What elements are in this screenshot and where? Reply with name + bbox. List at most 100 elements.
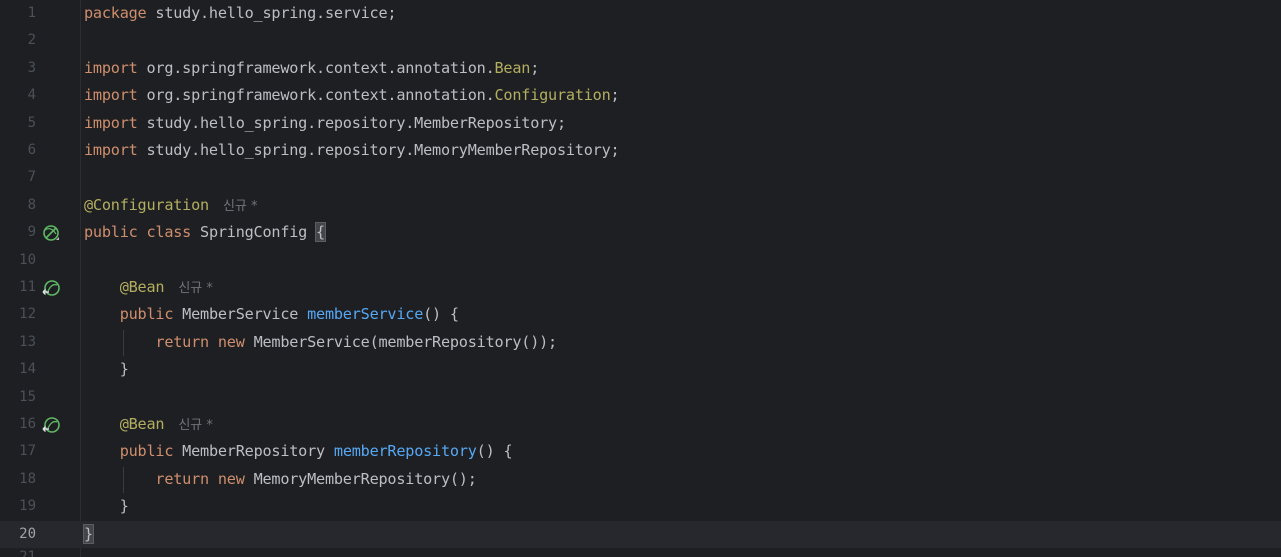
line-number-partial: 21 [19,549,36,557]
line-number: 6 [27,142,36,158]
code-token: } [83,523,94,544]
code-token: import [84,86,138,105]
author-hint: 신규 * [222,198,258,214]
code-text[interactable]: @Bean 신규 * [84,411,213,439]
code-token: public [119,305,174,324]
code-token: MemberService [173,305,308,324]
code-token: @Bean [119,415,165,433]
code-text[interactable]: public MemberRepository memberRepository… [84,438,513,465]
code-token: public [119,442,174,461]
line-number: 17 [19,443,36,460]
code-token: MemberService(memberRepository()); [244,332,558,351]
code-token: ; [530,58,540,77]
code-token: MemoryMemberRepository(); [244,469,477,488]
code-text[interactable]: import org.springframework.context.annot… [84,82,620,109]
code-line[interactable]: 14 } [0,356,1281,383]
code-token: return new [155,469,245,488]
code-token: memberRepository [333,442,477,461]
code-line[interactable]: 10 [0,247,1281,274]
code-token: MemberRepository [173,442,334,461]
code-token: } [84,497,129,516]
code-token: @Bean [119,278,165,296]
line-number: 4 [27,87,36,104]
code-text[interactable]: } [84,356,129,383]
code-text[interactable]: package study.hello_spring.service; [84,0,397,27]
bean-method-icon[interactable] [42,416,60,434]
code-line[interactable]: 12 public MemberService memberService() … [0,301,1281,328]
code-token: return new [155,332,245,351]
code-line[interactable]: 3 import org.springframework.context.anno… [0,55,1281,82]
line-number: 14 [19,361,36,378]
code-text[interactable]: public MemberService memberService() { [84,301,459,328]
line-number: 12 [19,306,36,323]
code-line[interactable]: 17 public MemberRepository memberReposit… [0,438,1281,465]
code-line[interactable]: 9 public class SpringConfig { [0,219,1281,246]
code-token: Configuration [494,86,611,105]
code-token: SpringConfig [191,223,317,242]
code-line[interactable]: 7 [0,164,1281,191]
code-line[interactable]: 13 return new MemberService(memberReposi… [0,329,1281,356]
code-text[interactable]: import org.springframework.context.annot… [84,55,539,82]
line-number: 20 [19,525,36,542]
code-token: { [315,222,326,243]
line-number: 3 [27,59,36,76]
line-number: 13 [19,333,36,350]
code-line[interactable]: 1 package study.hello_spring.service; [0,0,1281,27]
code-token: import [84,141,138,159]
code-line[interactable]: 19 } [0,493,1281,520]
code-token: org.springframework.context.annotation. [137,86,495,105]
line-number: 10 [19,251,36,268]
code-text[interactable]: @Configuration 신규 * [84,192,258,220]
code-line[interactable]: 8 @Configuration 신규 * [0,192,1281,219]
code-line[interactable]: 16 @Bean 신규 * [0,411,1281,438]
code-line[interactable]: 2 [0,27,1281,54]
code-text[interactable]: return new MemberService(memberRepositor… [84,329,557,356]
code-line[interactable]: 20} [0,520,1281,548]
code-token: ; [610,86,620,105]
line-number: 11 [19,279,36,295]
code-text[interactable]: } [83,521,94,548]
code-line[interactable]: 18 return new MemoryMemberRepository(); [0,466,1281,493]
code-line[interactable]: 6 import study.hello_spring.repository.Me… [0,137,1281,164]
code-token: import [84,58,138,77]
code-editor[interactable]: 1 package study.hello_spring.service; 2 3 im… [0,0,1281,557]
code-text[interactable]: import study.hello_spring.repository.Mem… [84,110,566,137]
line-number: 18 [19,470,36,487]
line-number: 15 [19,388,36,405]
bean-method-icon[interactable] [42,279,60,297]
code-line[interactable]: 4 import org.springframework.context.anno… [0,82,1281,109]
line-number: 16 [19,416,36,432]
author-hint: 신규 * [178,418,213,433]
code-line[interactable]: 15 [0,384,1281,411]
code-token: @Configuration [84,195,209,214]
code-text[interactable]: return new MemoryMemberRepository(); [84,466,477,493]
code-line[interactable]: 5 import study.hello_spring.repository.Me… [0,110,1281,137]
indent-guide [123,467,124,493]
code-text[interactable]: public class SpringConfig { [84,219,326,246]
code-token: import [84,113,138,132]
author-hint: 신규 * [178,281,213,296]
code-line[interactable]: 11 @Bean 신규 * [0,274,1281,301]
line-number: 9 [27,224,36,241]
bean-config-icon[interactable] [42,224,60,242]
code-token: } [84,360,129,379]
code-text[interactable]: @Bean 신규 * [84,274,213,302]
code-token: study.hello_spring.repository.MemoryMemb… [137,141,620,159]
code-token: Bean [494,58,531,77]
indent-guide [123,330,124,356]
code-text[interactable]: import study.hello_spring.repository.Mem… [84,137,620,164]
line-number: 19 [19,498,36,515]
code-token: public class [84,223,192,242]
code-token: () { [423,305,459,324]
code-token: () { [476,442,513,461]
line-number: 7 [27,169,36,186]
line-number: 2 [27,32,36,49]
code-token: package [84,4,147,22]
line-number: 1 [27,5,36,21]
code-text[interactable]: } [84,493,129,520]
